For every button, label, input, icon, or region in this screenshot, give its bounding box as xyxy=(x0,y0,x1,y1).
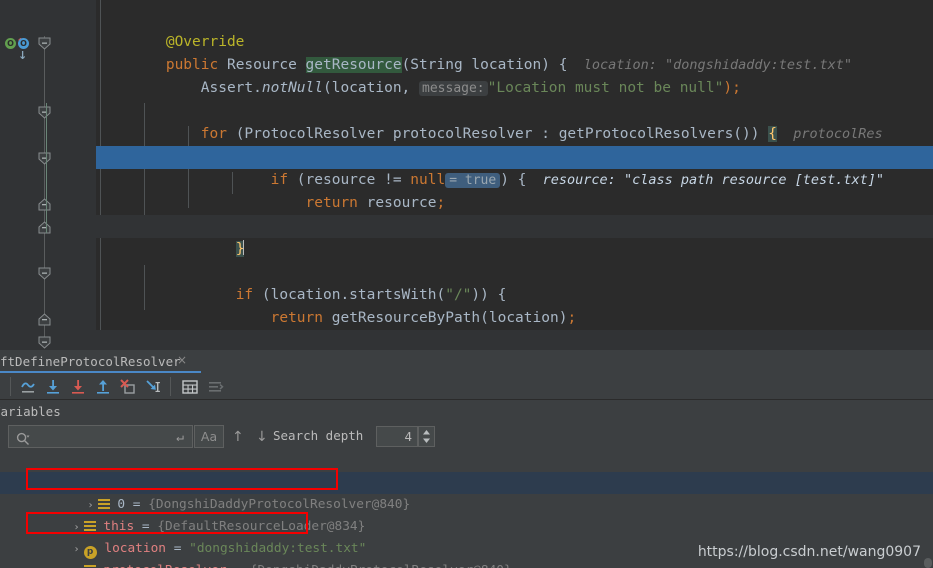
close-icon[interactable]: × xyxy=(176,354,188,366)
editor-gutter-markers[interactable]: O↑ O↓ xyxy=(0,0,30,350)
code-line[interactable]: for (ProtocolResolver protocolResolver :… xyxy=(96,100,933,142)
variable-name: protocolResolver xyxy=(103,563,226,568)
search-enter-icon[interactable]: ↵ xyxy=(176,430,184,445)
fold-marker[interactable] xyxy=(38,265,51,280)
force-step-into-icon[interactable] xyxy=(68,377,88,397)
fold-marker[interactable] xyxy=(38,219,51,234)
list-item[interactable]: ⌄oo getProtocolResolvers() = {LinkedHash… xyxy=(0,450,933,490)
code-text-area[interactable]: @Override public Resource getResource(St… xyxy=(96,0,933,350)
implement-marker-icon[interactable]: O↓ xyxy=(18,36,29,62)
toolbar-divider xyxy=(10,377,11,396)
inline-hint-message: message: xyxy=(419,81,488,96)
scope-indicator xyxy=(46,103,47,233)
variables-title-text: Variables xyxy=(0,404,61,419)
code-line[interactable]: if (location.startsWith("/")) { xyxy=(96,261,933,303)
ide-window: O↑ O↓ xyxy=(0,0,933,568)
search-icon xyxy=(16,431,30,450)
debugger-tabbar: ftDefineProtocolResolver × xyxy=(0,350,933,373)
fold-marker[interactable] xyxy=(38,150,51,165)
chevron-right-icon[interactable]: › xyxy=(70,561,84,568)
debugger-tab-label: ftDefineProtocolResolver xyxy=(0,354,181,369)
fold-marker[interactable] xyxy=(38,334,51,349)
string-literal-message: "Location must not be null" xyxy=(487,80,724,96)
list-item[interactable]: › this = {DefaultResourceLoader@834} xyxy=(0,494,933,534)
settings-icon[interactable] xyxy=(205,377,225,397)
evaluate-expression-icon[interactable] xyxy=(180,377,200,397)
scrollbar-thumb[interactable] xyxy=(924,558,932,568)
search-depth-input[interactable]: 4 xyxy=(376,426,418,447)
object-icon xyxy=(83,564,96,568)
fold-marker[interactable] xyxy=(38,311,51,326)
paren-semi: ); xyxy=(723,80,741,96)
closing-brace-matched: } xyxy=(235,240,245,257)
equals: = xyxy=(227,563,250,568)
code-line[interactable]: } xyxy=(96,307,933,349)
debugger-panel: ftDefineProtocolResolver × ariables ↵ Aa… xyxy=(0,350,933,568)
toolbar-divider xyxy=(170,377,171,396)
code-line[interactable]: Resource resource = protocolResolver.res… xyxy=(96,123,933,165)
search-depth-stepper[interactable] xyxy=(418,426,435,447)
search-depth-label: Search depth xyxy=(273,428,364,443)
search-input[interactable]: ↵ xyxy=(8,425,193,448)
code-line[interactable]: Assert.notNull(location, message: "Locati… xyxy=(96,54,933,96)
code-line-caret[interactable]: } xyxy=(96,215,933,257)
code-line-current[interactable]: if (resource != null = true) { resource: … xyxy=(96,146,933,188)
list-item[interactable]: › p location = "dongshidaddy:test.txt" xyxy=(0,516,933,559)
variables-search-row: ↵ Aa ↑ ↓ Search depth 4 xyxy=(0,423,933,450)
search-prev-button[interactable]: ↑ xyxy=(232,429,244,445)
run-to-cursor-icon[interactable] xyxy=(143,377,163,397)
debugger-tab-active[interactable]: ftDefineProtocolResolver xyxy=(0,350,201,373)
fold-marker[interactable] xyxy=(38,104,51,119)
fold-marker[interactable] xyxy=(38,196,51,211)
code-line[interactable]: return resource; xyxy=(96,169,933,211)
step-out-icon[interactable] xyxy=(93,377,113,397)
code-line[interactable]: } xyxy=(96,192,933,234)
code-line[interactable]: @Override xyxy=(96,8,933,50)
search-next-button[interactable]: ↓ xyxy=(256,429,268,445)
list-item-selected[interactable]: › 0 = {DongshiDaddyProtocolResolver@840} xyxy=(0,472,933,512)
code-line[interactable]: return getResourceByPath(location); xyxy=(96,284,933,326)
step-into-icon[interactable] xyxy=(43,377,63,397)
assert-call: Assert.notNull(location, xyxy=(165,80,420,96)
code-line[interactable]: public Resource getResource(String locat… xyxy=(96,31,933,73)
step-over-icon[interactable] xyxy=(18,377,38,397)
watermark-text: https://blog.csdn.net/wang0907 xyxy=(697,544,921,560)
code-editor[interactable]: O↑ O↓ xyxy=(0,0,933,350)
variable-value: {DongshiDaddyProtocolResolver@840} xyxy=(250,563,512,568)
match-case-button[interactable]: Aa xyxy=(194,425,224,448)
editor-fold-gutter[interactable] xyxy=(30,0,60,350)
drop-frame-icon[interactable] xyxy=(118,377,138,397)
code-line[interactable]: else if (location.startsWith(CLASSPATH_U… xyxy=(96,330,933,350)
variables-panel-title: Variables xyxy=(0,401,933,423)
fold-marker[interactable] xyxy=(38,35,51,50)
editor-annotation-gutter[interactable] xyxy=(46,0,96,350)
fold-connector xyxy=(44,36,45,346)
debugger-toolbar xyxy=(0,373,933,400)
